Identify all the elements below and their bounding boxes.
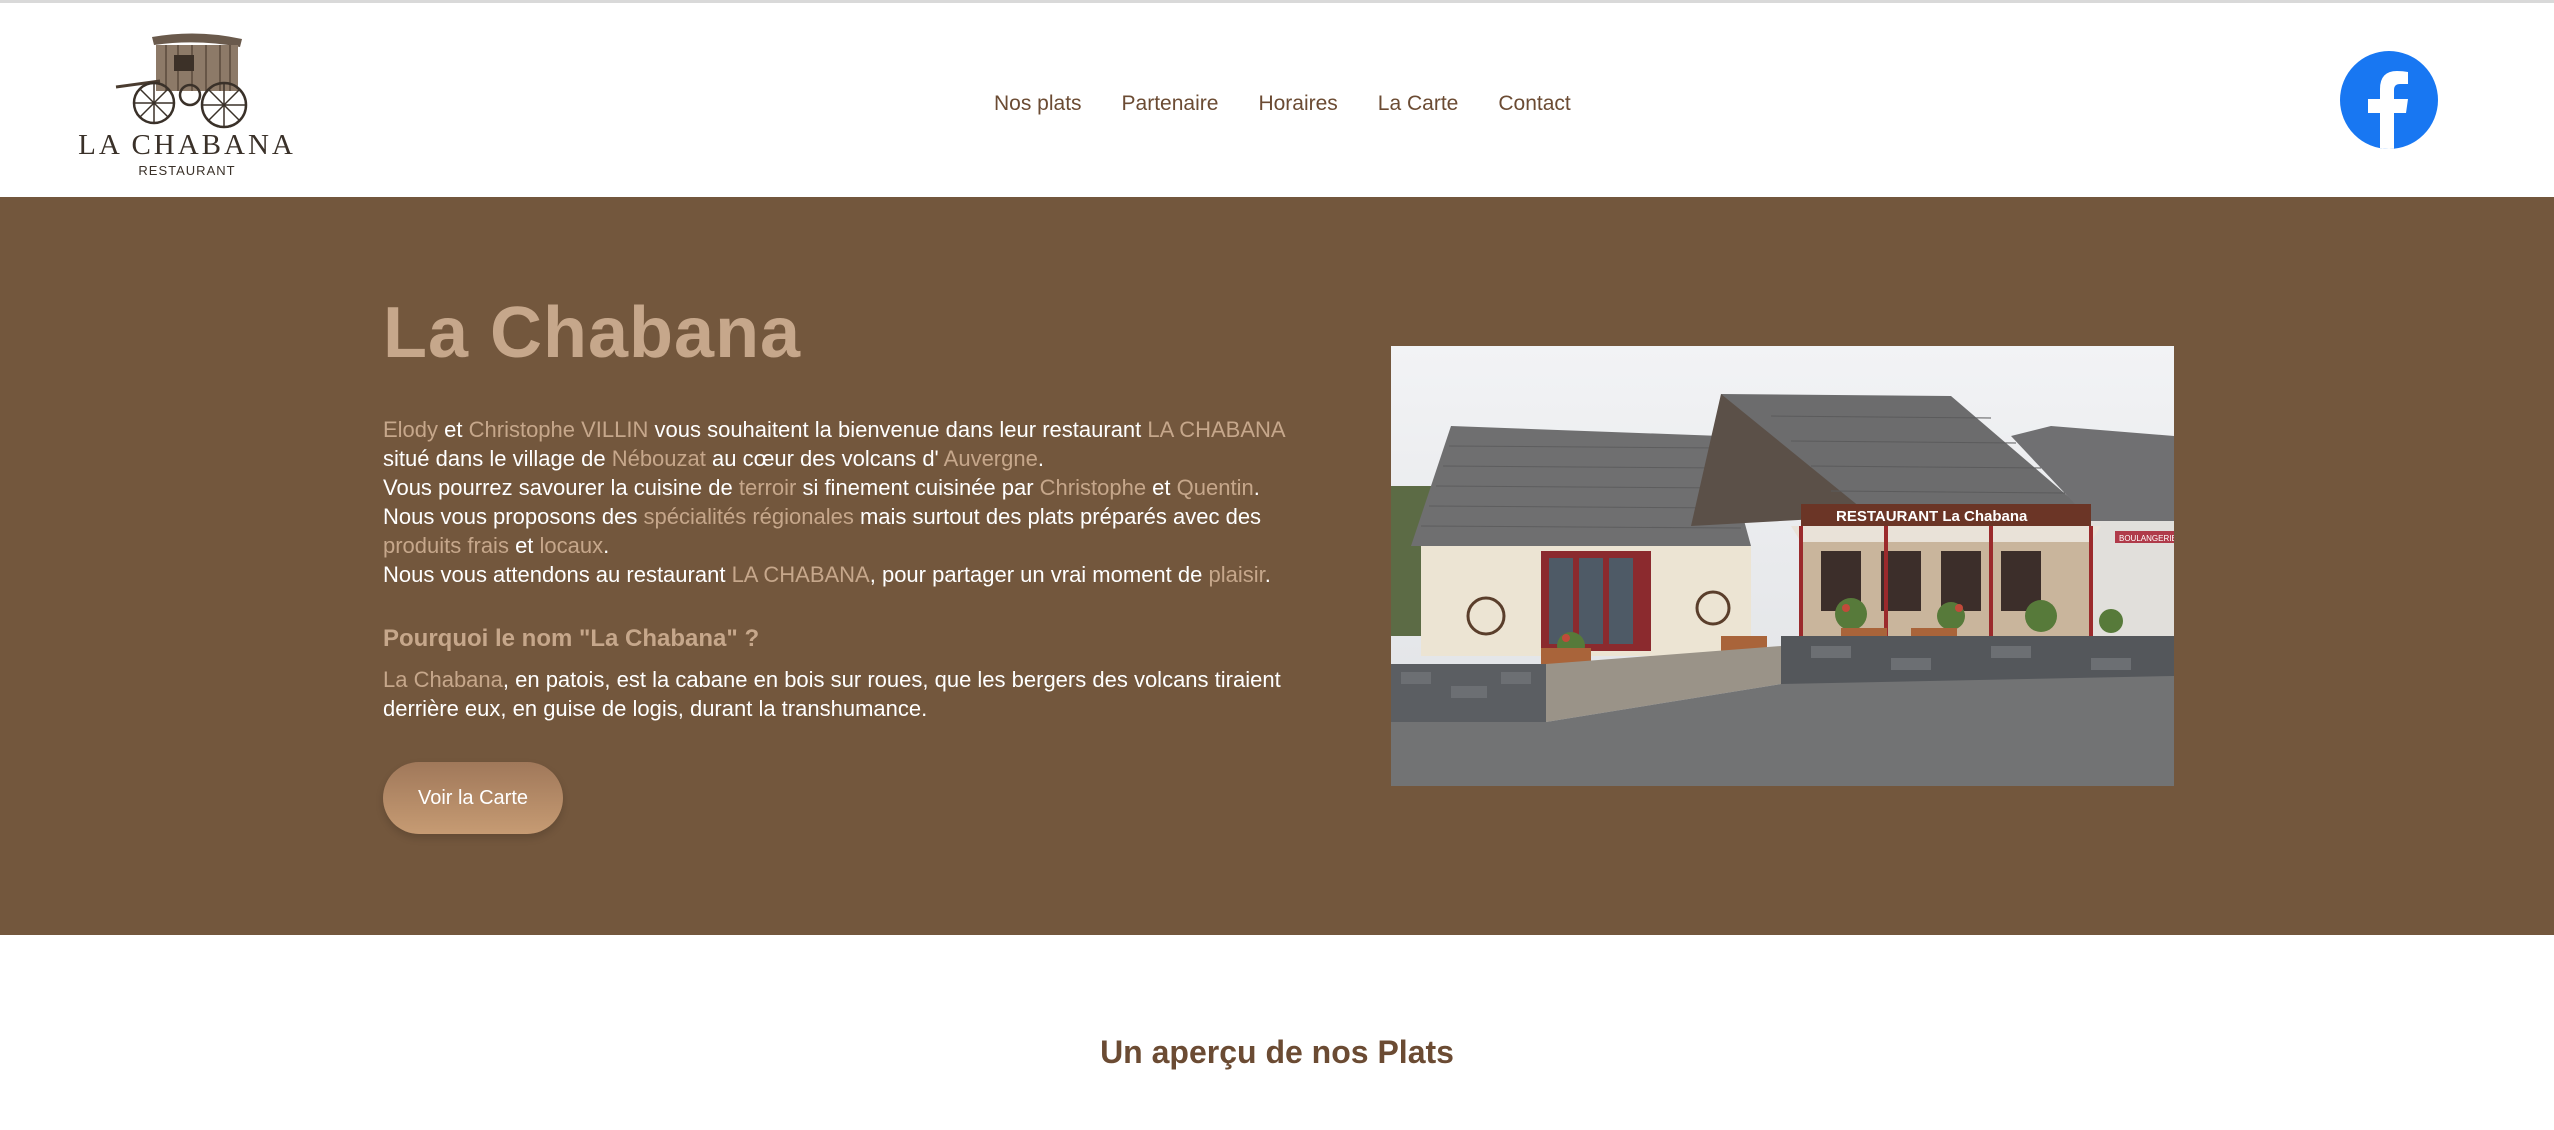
facebook-link[interactable] xyxy=(2340,51,2438,149)
text: Nous vous proposons des xyxy=(383,504,644,529)
restaurant-photo: BOULANGERIE RESTAURANT La Chabana xyxy=(1391,346,2174,786)
village-name: Nébouzat xyxy=(611,446,706,471)
photo-restaurant-sign: RESTAURANT La Chabana xyxy=(1836,508,2028,525)
name-christophe-villin: Christophe VILLIN xyxy=(468,417,649,442)
hero-section: La Chabana Elody et Christophe VILLIN vo… xyxy=(0,197,2554,935)
nav-item-la-carte[interactable]: La Carte xyxy=(1378,87,1459,121)
name-elody: Elody xyxy=(383,417,439,442)
nav-item-nos-plats[interactable]: Nos plats xyxy=(994,87,1082,121)
why-name-heading: Pourquoi le nom "La Chabana" ? xyxy=(383,625,760,652)
photo-shop-sign: BOULANGERIE xyxy=(2119,534,2174,543)
highlight-terroir: terroir xyxy=(738,475,797,500)
highlight-specialites: spécialités régionales xyxy=(643,504,854,529)
why-line-1: La Chabana, en patois, est la cabane en … xyxy=(383,665,1313,694)
intro-line-5: produits frais et locaux. xyxy=(383,531,1313,560)
text: si finement cuisinée par xyxy=(796,475,1040,500)
site-header: LA CHABANA RESTAURANT Nos plats Partenai… xyxy=(0,3,2554,197)
brand-name: LA CHABANA xyxy=(78,129,296,161)
intro-line-2: situé dans le village de Nébouzat au cœu… xyxy=(383,444,1313,473)
text: vous souhaitent la bienvenue dans leur r… xyxy=(648,417,1148,442)
intro-paragraph: Elody et Christophe VILLIN vous souhaite… xyxy=(383,415,1313,589)
text: . xyxy=(603,533,610,558)
main-nav: Nos plats Partenaire Horaires La Carte C… xyxy=(994,87,1571,121)
text: et xyxy=(508,533,540,558)
restaurant-name: LA CHABANA xyxy=(1147,417,1286,442)
intro-line-6: Nous vous attendons au restaurant LA CHA… xyxy=(383,560,1313,589)
text: et xyxy=(1146,475,1177,500)
brand-logo[interactable]: LA CHABANA RESTAURANT xyxy=(76,29,298,179)
facebook-icon xyxy=(2368,71,2408,149)
text: Nous vous attendons au restaurant xyxy=(383,562,732,587)
text: au cœur des volcans d' xyxy=(705,446,944,471)
nav-item-contact[interactable]: Contact xyxy=(1498,87,1570,121)
intro-line-3: Vous pourrez savourer la cuisine de terr… xyxy=(383,473,1313,502)
why-line-2: derrière eux, en guise de logis, durant … xyxy=(383,694,1313,723)
intro-line-1: Elody et Christophe VILLIN vous souhaite… xyxy=(383,415,1313,444)
text: . xyxy=(1264,562,1271,587)
text: derrière eux, en guise de logis, durant … xyxy=(383,696,928,721)
region-name: Auvergne xyxy=(943,446,1038,471)
highlight-plaisir: plaisir xyxy=(1208,562,1265,587)
text: . xyxy=(1253,475,1260,500)
highlight-la-chabana: La Chabana xyxy=(383,667,503,692)
wagon-icon xyxy=(115,33,248,129)
highlight-produits-frais: produits frais xyxy=(383,533,509,558)
hero-title: La Chabana xyxy=(383,293,802,373)
view-menu-button[interactable]: Voir la Carte xyxy=(383,762,563,834)
highlight-locaux: locaux xyxy=(539,533,604,558)
text: Vous pourrez savourer la cuisine de xyxy=(383,475,739,500)
nav-item-horaires[interactable]: Horaires xyxy=(1258,87,1337,121)
restaurant-name: LA CHABANA xyxy=(731,562,870,587)
name-quentin: Quentin xyxy=(1176,475,1254,500)
text: situé dans le village de xyxy=(383,446,612,471)
text: , pour partager un vrai moment de xyxy=(869,562,1209,587)
text: et xyxy=(438,417,469,442)
text: , en patois, est la cabane en bois sur r… xyxy=(502,667,1281,692)
why-name-paragraph: La Chabana, en patois, est la cabane en … xyxy=(383,665,1313,723)
brand-subtitle: RESTAURANT xyxy=(138,163,236,178)
restaurant-building-image: BOULANGERIE RESTAURANT La Chabana xyxy=(1391,346,2174,786)
text: . xyxy=(1037,446,1044,471)
dishes-section-title: Un aperçu de nos Plats xyxy=(1100,1034,1454,1070)
nav-item-partenaire[interactable]: Partenaire xyxy=(1122,87,1219,121)
text: mais surtout des plats préparés avec des xyxy=(853,504,1262,529)
name-christophe: Christophe xyxy=(1039,475,1147,500)
intro-line-4: Nous vous proposons des spécialités régi… xyxy=(383,502,1313,531)
